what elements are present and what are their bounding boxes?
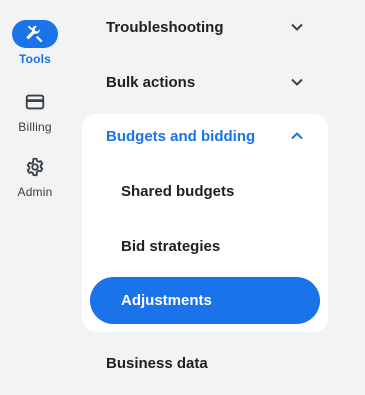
chevron-down-icon: [290, 75, 304, 89]
submenu-item-label: Adjustments: [121, 292, 212, 309]
menu-item-troubleshooting[interactable]: Troubleshooting: [82, 7, 328, 47]
submenu-item-label: Bid strategies: [121, 237, 221, 255]
menu-item-label: Budgets and bidding: [106, 127, 256, 145]
chevron-up-icon: [290, 129, 304, 143]
rail-item-tools[interactable]: Tools: [0, 20, 70, 66]
rail-item-admin[interactable]: Admin: [0, 153, 70, 199]
menu-item-label: Troubleshooting: [106, 18, 224, 36]
rail-item-billing[interactable]: Billing: [0, 88, 70, 134]
credit-card-icon: [25, 94, 45, 110]
rail-label-admin: Admin: [17, 185, 53, 199]
menu-item-business-data[interactable]: Business data: [82, 343, 328, 383]
billing-icon-pill[interactable]: [12, 88, 58, 116]
tools-icon: [26, 25, 43, 43]
navigation-rail: Tools Billing Admin: [0, 0, 70, 395]
chevron-down-icon: [290, 20, 304, 34]
submenu-item-bid-strategies[interactable]: Bid strategies: [90, 224, 320, 268]
rail-label-billing: Billing: [18, 120, 52, 134]
rail-label-tools: Tools: [18, 52, 52, 66]
menu-item-bulk-actions[interactable]: Bulk actions: [82, 62, 328, 102]
gear-icon: [26, 157, 44, 177]
menu-item-budgets-and-bidding[interactable]: Budgets and bidding: [82, 116, 328, 156]
submenu-item-label: Shared budgets: [121, 182, 235, 200]
tools-icon-pill[interactable]: [12, 20, 58, 48]
submenu-item-adjustments[interactable]: Adjustments: [90, 277, 320, 324]
menu-item-label: Bulk actions: [106, 73, 196, 91]
menu-item-label: Business data: [106, 354, 208, 372]
submenu-item-shared-budgets[interactable]: Shared budgets: [90, 169, 320, 213]
admin-icon-pill[interactable]: [12, 153, 58, 181]
